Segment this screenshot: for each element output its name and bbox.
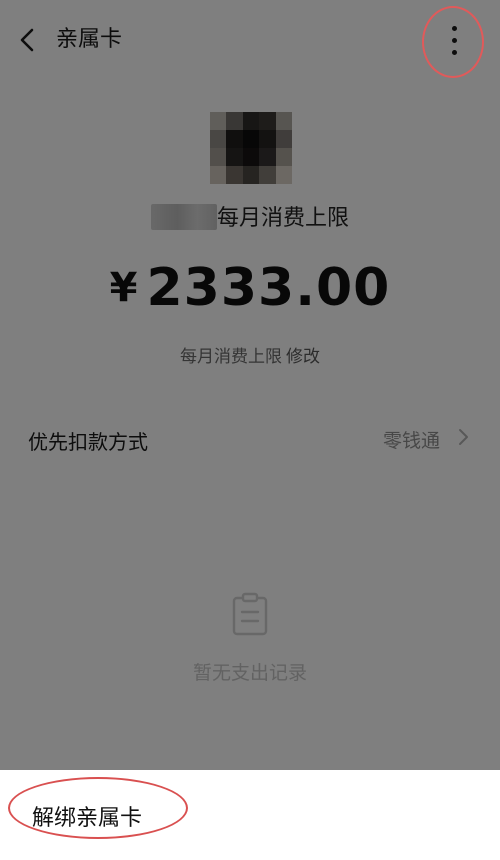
screen: 亲属卡 每月消费上限 ¥2333.00 每月消费上限修改 优先扣款方式 零钱通 <box>0 0 500 860</box>
annotation-circle-more <box>422 6 484 78</box>
annotation-circle-unbind <box>8 777 188 839</box>
dim-overlay[interactable] <box>0 0 500 770</box>
